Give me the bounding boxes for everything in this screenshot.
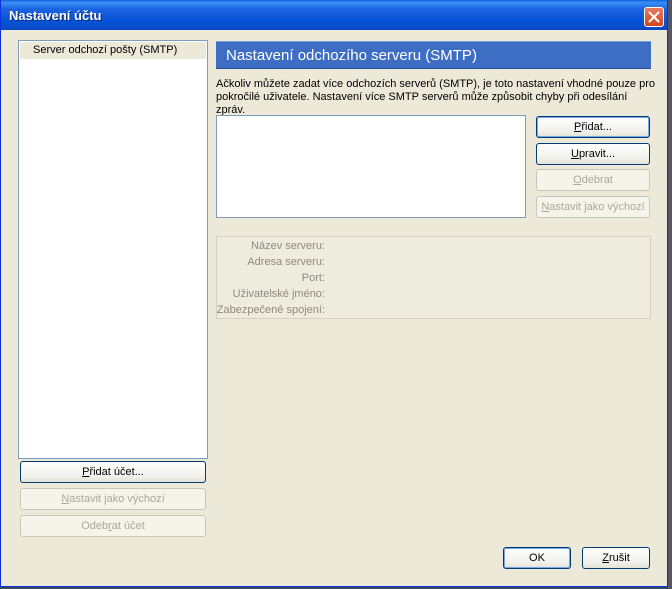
username-label: Uživatelské jméno: (232, 288, 325, 300)
close-icon (648, 11, 660, 23)
server-name-label: Název serveru: (251, 240, 325, 252)
secure-connection-label: Zabezpečené spojení: (216, 304, 325, 316)
section-title: Nastavení odchozího serveru (SMTP) (226, 47, 477, 64)
account-list[interactable]: Server odchozí pošty (SMTP) (18, 40, 208, 459)
ok-button[interactable]: OK (503, 547, 571, 569)
section-header: Nastavení odchozího serveru (SMTP) (216, 41, 651, 69)
set-default-server-button[interactable]: Nastavit jako výchozí (536, 196, 650, 218)
description-text: Ačkoliv můžete zadat více odchozích serv… (216, 78, 656, 117)
cancel-button[interactable]: Zrušit (582, 547, 650, 569)
add-account-button[interactable]: Přidat účet... (20, 461, 206, 483)
remove-server-button[interactable]: Odebrat (536, 169, 650, 191)
edit-server-button[interactable]: Upravit... (536, 143, 650, 165)
description-line-1: Ačkoliv můžete zadat více odchozích serv… (216, 78, 656, 90)
account-item-smtp[interactable]: Server odchozí pošty (SMTP) (20, 42, 206, 59)
dialog-window: Nastavení účtu Server odchozí pošty (SMT… (0, 0, 668, 587)
description-line-2: pokročilé uživatele. Nastavení více SMTP… (216, 91, 628, 116)
port-label: Port: (301, 272, 325, 284)
smtp-server-list[interactable] (216, 115, 526, 218)
add-server-button[interactable]: Přidat... (536, 116, 650, 138)
window-title: Nastavení účtu (9, 8, 102, 23)
title-bar[interactable]: Nastavení účtu (1, 0, 667, 30)
desktop-background (668, 0, 672, 589)
server-address-label: Adresa serveru: (247, 256, 325, 268)
close-button[interactable] (644, 7, 664, 27)
remove-account-button[interactable]: Odebrat účet (20, 515, 206, 537)
server-details: Název serveru: Adresa serveru: Port: Uži… (216, 236, 651, 319)
set-default-account-button[interactable]: Nastavit jako výchozí (20, 488, 206, 510)
